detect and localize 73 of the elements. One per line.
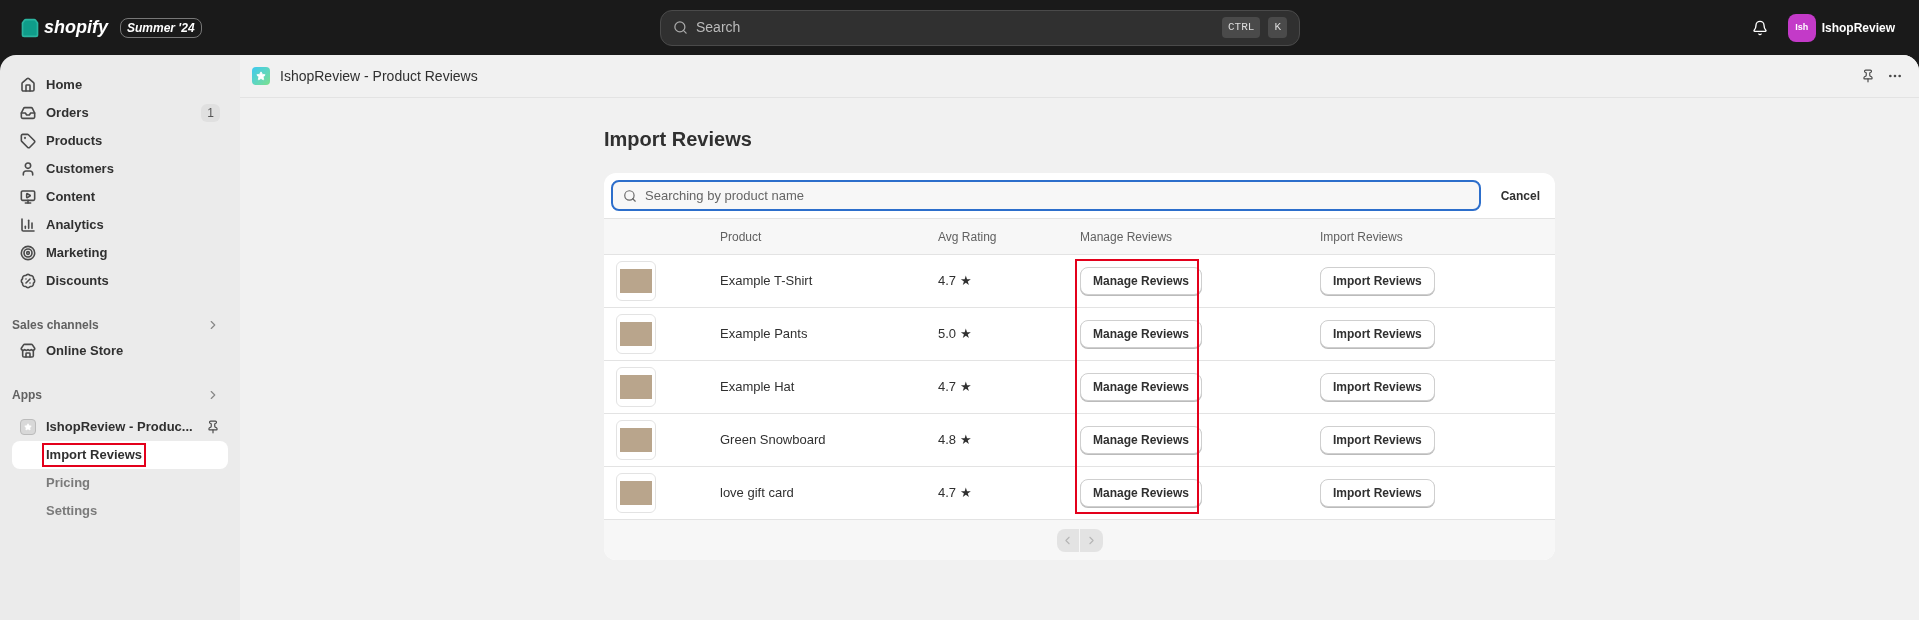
- edition-badge: Summer '24: [120, 17, 202, 38]
- product-name: love gift card: [720, 484, 795, 503]
- sidebar-item[interactable]: Online Store: [12, 337, 228, 365]
- column-header: Product: [720, 228, 762, 246]
- sidebar-subitem[interactable]: Pricing: [12, 469, 228, 497]
- app-logo-icon: [252, 67, 270, 85]
- pin-icon[interactable]: [1861, 69, 1875, 83]
- product-name: Green Snowboard: [720, 431, 827, 450]
- column-header: Import Reviews: [1320, 228, 1403, 246]
- photo-placeholder: [620, 322, 652, 346]
- product-name: Example Hat: [720, 378, 796, 397]
- import-reviews-button[interactable]: Import Reviews: [1320, 479, 1435, 507]
- search-field[interactable]: Searching by product name: [611, 180, 1481, 211]
- photo-placeholder: [620, 481, 652, 505]
- photo-placeholder: [620, 428, 652, 452]
- rating: 4.8 ★: [938, 431, 973, 450]
- import-reviews-button[interactable]: Import Reviews: [1320, 320, 1435, 348]
- store-icon: [20, 343, 36, 359]
- sidebar-item[interactable]: Customers: [12, 155, 228, 183]
- rating: 5.0 ★: [938, 325, 973, 344]
- section-heading: Sales channels: [12, 317, 99, 334]
- badge-percent-icon: [20, 273, 36, 289]
- product-name: Example T-Shirt: [720, 272, 814, 291]
- inbox-icon: [20, 105, 36, 121]
- sidebar-item[interactable]: Content: [12, 183, 228, 211]
- column-header: Avg Rating: [938, 228, 997, 246]
- shortcut-key: K: [1268, 17, 1287, 38]
- app-icon: [20, 419, 36, 435]
- sidebar-item[interactable]: Analytics: [12, 211, 228, 239]
- home-icon: [20, 77, 36, 93]
- app-title: IshopReview - Product Reviews: [280, 66, 479, 86]
- sidebar-subitem[interactable]: Settings: [12, 497, 228, 525]
- rating: 4.7 ★: [938, 484, 973, 503]
- tag-icon: [20, 133, 36, 149]
- person-icon: [20, 161, 36, 177]
- sidebar-item[interactable]: Home: [12, 71, 228, 99]
- notification-bell-icon[interactable]: [1751, 19, 1768, 36]
- count-badge: 1: [201, 104, 220, 122]
- import-reviews-button[interactable]: Import Reviews: [1320, 267, 1435, 295]
- sidebar-item[interactable]: Products: [12, 127, 228, 155]
- manage-reviews-button[interactable]: Manage Reviews: [1080, 267, 1203, 295]
- import-reviews-button[interactable]: Import Reviews: [1320, 426, 1435, 454]
- manage-reviews-button[interactable]: Manage Reviews: [1080, 479, 1203, 507]
- sidebar-item[interactable]: Orders 1: [12, 99, 228, 127]
- shopping-bag-logo-icon: [20, 17, 40, 38]
- bar-chart-icon: [20, 217, 36, 233]
- sidebar-item[interactable]: IshopReview - Produc...: [12, 413, 228, 441]
- search-field[interactable]: Search CTRL K: [660, 9, 1300, 46]
- search-icon: [623, 188, 637, 203]
- shortcut-key: CTRL: [1222, 17, 1261, 38]
- column-header: Manage Reviews: [1080, 228, 1173, 246]
- rating: 4.7 ★: [938, 378, 973, 397]
- avatar[interactable]: Ish: [1787, 13, 1816, 42]
- manage-reviews-button[interactable]: Manage Reviews: [1080, 373, 1203, 401]
- manage-reviews-button[interactable]: Manage Reviews: [1080, 426, 1203, 454]
- sidebar-item[interactable]: Discounts: [12, 267, 228, 295]
- cancel-button[interactable]: Cancel: [1492, 186, 1548, 205]
- rating: 4.7 ★: [938, 272, 973, 291]
- section-heading: Apps: [12, 387, 42, 404]
- photo-placeholder: [620, 375, 652, 399]
- search-icon: [673, 20, 688, 35]
- logo-text: shopify: [44, 16, 108, 39]
- sidebar-subitem[interactable]: Import Reviews: [12, 441, 228, 469]
- monitor-icon: [20, 189, 36, 205]
- product-name: Example Pants: [720, 325, 809, 344]
- import-reviews-button[interactable]: Import Reviews: [1320, 373, 1435, 401]
- account-name[interactable]: IshopReview: [1821, 18, 1895, 37]
- target-icon: [20, 245, 36, 261]
- manage-reviews-button[interactable]: Manage Reviews: [1080, 320, 1203, 348]
- sidebar-item[interactable]: Marketing: [12, 239, 228, 267]
- pin-icon[interactable]: [206, 420, 220, 434]
- page-title: Import Reviews: [604, 127, 753, 152]
- photo-placeholder: [620, 269, 652, 293]
